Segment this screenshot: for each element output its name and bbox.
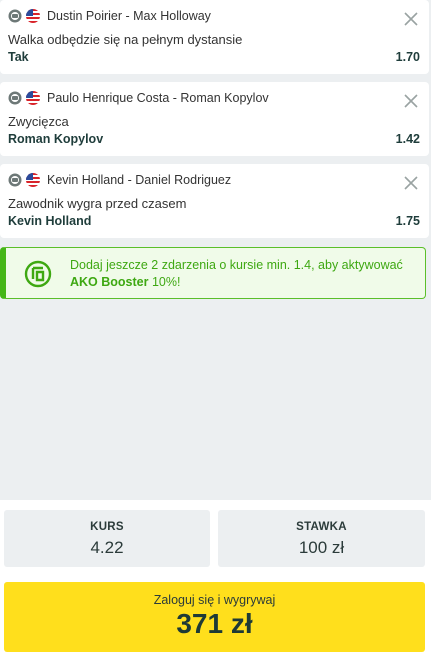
match-name: Paulo Henrique Costa - Roman Kopylov [47,91,269,105]
usa-flag-icon [26,173,40,187]
close-icon[interactable] [403,175,419,191]
outcome-odds: 1.75 [395,214,420,228]
bet-slip-item: Kevin Holland - Daniel Rodriguez Zawodni… [0,164,429,238]
market-name: Zwycięzca [8,114,69,129]
total-odds-label: KURS [90,521,124,533]
bet-slip-item: Dustin Poirier - Max Holloway Walka odbę… [0,0,429,74]
close-icon[interactable] [403,93,419,109]
total-odds-value: 4.22 [90,538,124,557]
stake-box[interactable]: STAWKA 100 zł [218,510,425,567]
bet-slip-item: Paulo Henrique Costa - Roman Kopylov Zwy… [0,82,429,156]
market-name: Walka odbędzie się na pełnym dystansie [8,32,243,47]
outcome-odds: 1.70 [395,50,420,64]
market-name: Zawodnik wygra przed czasem [8,196,187,211]
ako-booster-banner: Dodaj jeszcze 2 zdarzenia o kursie min. … [0,247,426,299]
close-icon[interactable] [403,11,419,27]
potential-win-amount: 371 zł [176,608,253,639]
booster-highlight: AKO Booster [70,275,149,289]
mma-sport-icon [8,173,22,187]
match-name: Dustin Poirier - Max Holloway [47,9,211,23]
bet-icons [8,173,40,187]
booster-text-after: 10%! [148,275,181,289]
stake-value[interactable]: 100 zł [218,538,425,558]
usa-flag-icon [26,9,40,23]
selected-outcome: Roman Kopylov [8,132,104,146]
selected-outcome: Tak [8,50,29,64]
booster-text-before: Dodaj jeszcze 2 zdarzenia o kursie min. … [70,258,403,272]
stake-label: STAWKA [296,521,347,533]
selected-outcome: Kevin Holland [8,214,92,228]
bet-icons [8,91,40,105]
cta-title: Zaloguj się i wygrywaj [153,593,276,607]
bet-summary-panel: KURS 4.22 STAWKA 100 zł Zaloguj się i wy… [0,500,431,654]
login-and-win-button[interactable]: Zaloguj się i wygrywaj 371 zł [4,582,425,652]
mma-sport-icon [8,9,22,23]
total-odds-box: KURS 4.22 [4,510,210,567]
ako-booster-icon [24,260,52,288]
outcome-odds: 1.42 [395,132,420,146]
mma-sport-icon [8,91,22,105]
usa-flag-icon [26,91,40,105]
match-name: Kevin Holland - Daniel Rodriguez [47,173,232,187]
booster-message: Dodaj jeszcze 2 zdarzenia o kursie min. … [70,257,410,291]
bet-icons [8,9,40,23]
